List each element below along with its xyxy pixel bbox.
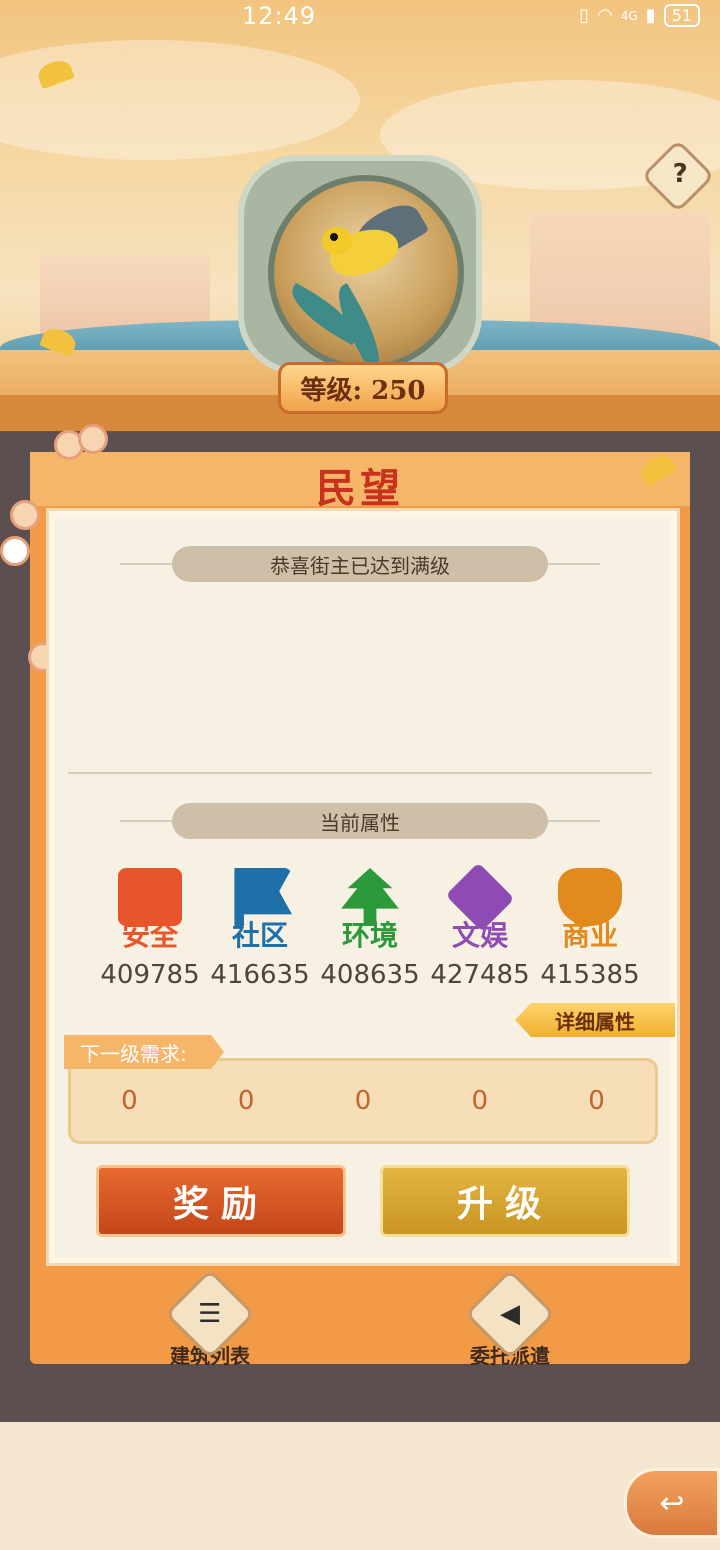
attribute-entertainment: 文娱 427485 [430,862,530,990]
requirement-value: 0 [354,1086,372,1116]
wifi-icon: ◠ [597,5,613,26]
attribute-label: 商业 [561,919,618,952]
bird-head-icon [322,227,352,255]
cloud-decoration [0,40,360,160]
bird-eye-icon [330,233,338,241]
status-icons: ▯ ◠ 4G ▮ 51 [579,4,700,27]
requirement-value: 0 [588,1086,605,1116]
upgrade-button[interactable]: 升级 [380,1165,630,1237]
attribute-value: 409785 [100,960,200,990]
status-bar: 12:49 ▯ ◠ 4G ▮ 51 [0,0,720,36]
current-attributes-title: 当前属性 [320,810,400,835]
attribute-value: 427485 [430,960,530,990]
level-badge: 等级: 250 [278,362,448,414]
back-button[interactable]: ↩ [624,1468,720,1538]
back-arrow-icon: ↩ [659,1485,685,1521]
current-attributes-ribbon: 当前属性 [172,803,548,839]
question-mark-icon: ? [672,158,688,189]
building-list-button[interactable]: ☰ 建筑列表 [150,1268,270,1369]
section-divider [68,772,652,774]
panel-title: 民望 [316,465,404,512]
requirement-value: 0 [471,1086,489,1116]
detail-attributes-button[interactable]: 详细属性 [515,1003,675,1037]
attribute-business: 商业 415385 [540,868,640,990]
attribute-community: 社区 416635 [210,868,310,990]
attribute-environment: 环境 408635 [320,868,420,990]
max-level-message: 恭喜街主已达到满级 [270,553,450,578]
max-level-ribbon: 恭喜街主已达到满级 [172,546,548,582]
attribute-label: 社区 [231,919,288,952]
signal-icon: ▮ [645,5,656,26]
signal-label: 4G [620,8,638,23]
reward-button[interactable]: 奖励 [96,1165,346,1237]
megaphone-icon: ◀ [500,1299,520,1329]
vibrate-icon: ▯ [579,5,590,26]
battery-indicator: 51 [663,4,700,27]
requirement-value: 0 [237,1086,255,1116]
next-level-requirements: 0 0 0 0 0 [68,1058,658,1144]
flower-icon [0,536,30,566]
attribute-value: 416635 [210,960,310,990]
flower-icon [78,424,108,454]
next-level-label: 下一级需求: [64,1035,224,1069]
status-time: 12:49 [242,2,317,30]
attribute-label: 安全 [121,919,178,952]
flower-icon [10,500,40,530]
dispatch-button[interactable]: ◀ 委托派遣 [450,1268,570,1369]
attribute-value: 415385 [540,960,640,990]
attribute-safety: 安全 409785 [100,868,200,990]
oriole-bird-badge [268,175,464,371]
requirement-value: 0 [121,1086,138,1116]
attributes-row: 安全 409785 社区 416635 环境 408635 文娱 427485 … [100,862,640,990]
list-icon: ☰ [198,1299,222,1329]
attribute-value: 408635 [320,960,420,990]
